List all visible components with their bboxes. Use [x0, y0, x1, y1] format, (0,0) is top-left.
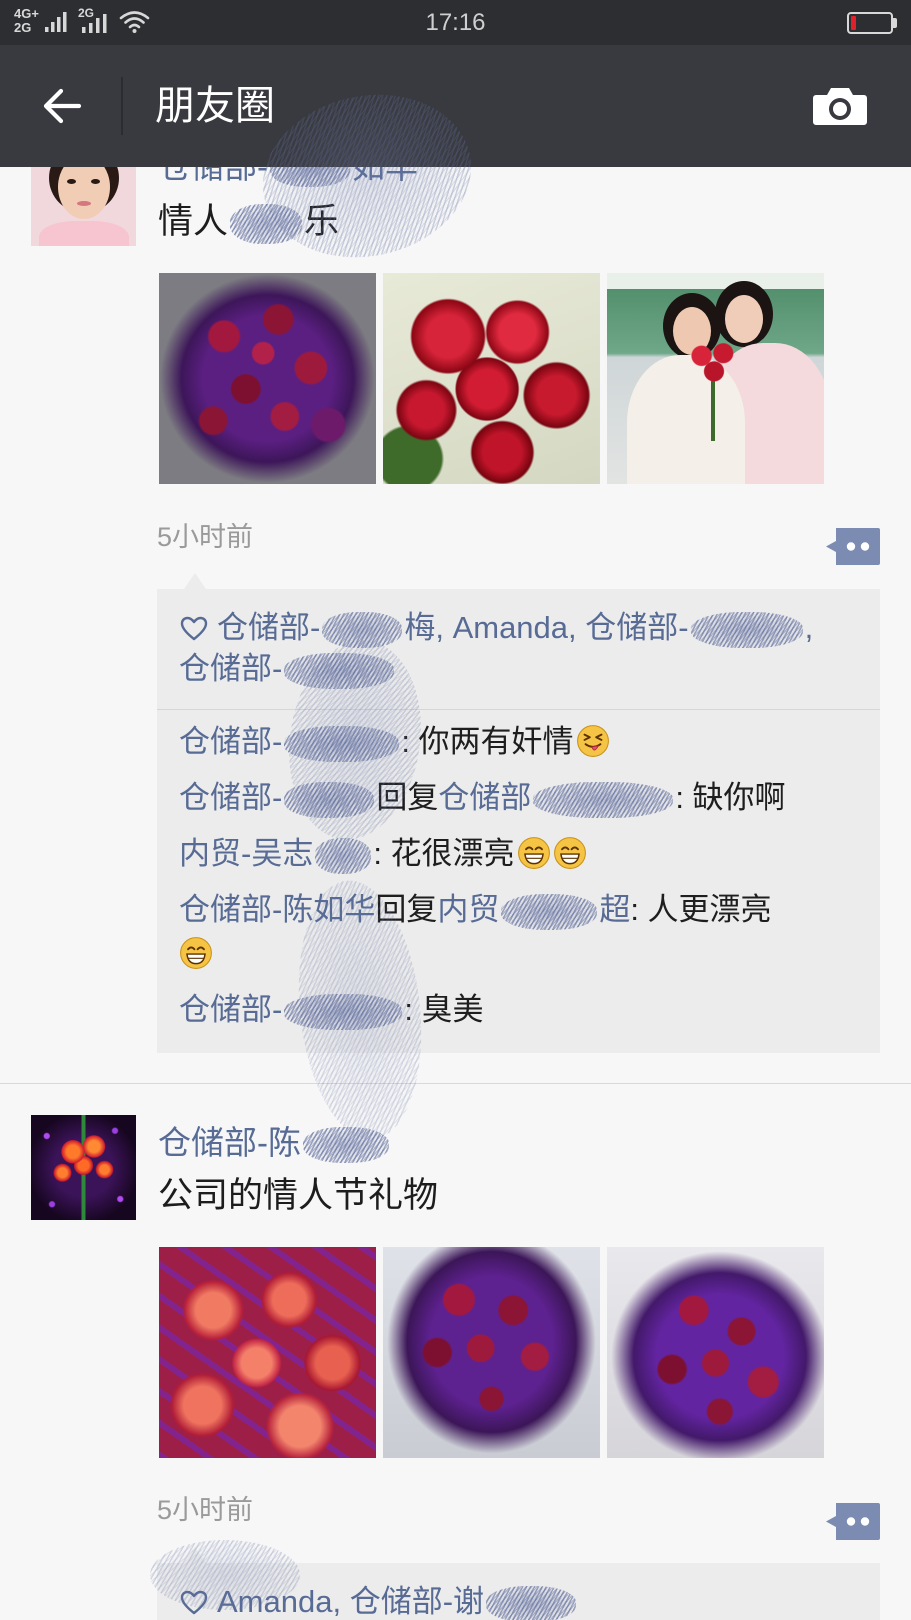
battery-level	[851, 16, 856, 30]
liker-name[interactable]: 仓储部-	[179, 651, 396, 689]
liker-name[interactable]: 仓储部-	[585, 610, 804, 648]
photo-thumbnail[interactable]	[159, 273, 376, 484]
page-title: 朋友圈	[155, 84, 275, 128]
grin-emoji	[179, 936, 213, 970]
redaction-scribble	[284, 652, 395, 689]
liker-name[interactable]: Amanda	[217, 1584, 332, 1619]
likes-list: Amanda, 仓储部-谢	[157, 1563, 880, 1620]
avatar[interactable]	[31, 1115, 136, 1220]
post-caption: 公司的情人节礼物	[158, 1176, 439, 1215]
photo-thumbnail[interactable]	[383, 1247, 600, 1458]
avatar-face	[58, 167, 110, 219]
redaction-scribble	[284, 993, 403, 1030]
reply-word: 回复	[376, 780, 439, 815]
clock: 17:16	[425, 9, 486, 36]
comment-text: : 臭美	[404, 992, 484, 1027]
post-author[interactable]: 仓储部-陈	[158, 1121, 391, 1165]
comment-text: : 人更漂亮	[630, 892, 772, 927]
redaction-scribble	[230, 203, 303, 244]
comment-author[interactable]: 仓储部-	[179, 992, 282, 1027]
redaction-scribble	[284, 781, 375, 818]
grin-emoji	[553, 836, 587, 870]
comment-box-notch	[184, 1547, 206, 1563]
comment-item[interactable]: 仓储部- 回复仓储部 : 缺你啊	[179, 770, 858, 826]
battery-icon	[847, 12, 893, 34]
post-time: 5小时前	[157, 1495, 254, 1525]
comment-item[interactable]: 仓储部- : 你两有奸情	[179, 714, 858, 770]
nav-bar: 朋友圈	[0, 45, 911, 167]
status-bar: 4G+ 2G 2G 17:16	[0, 0, 911, 45]
avatar-eye	[91, 179, 100, 184]
camera-icon[interactable]	[812, 86, 868, 126]
likes-list: 仓储部- 梅, Amanda, 仓储部-, 仓储部-	[157, 589, 880, 709]
avatar-mouth	[77, 201, 91, 206]
redaction-scribble	[303, 1127, 389, 1164]
redaction-scribble	[533, 781, 674, 818]
comment-author[interactable]: 内贸-吴志	[179, 836, 313, 871]
avatar-shoulders	[39, 221, 129, 246]
liker-name[interactable]: 仓储部-谢	[350, 1584, 578, 1620]
nav-divider	[121, 77, 123, 135]
liker-name[interactable]: Amanda	[453, 610, 568, 645]
redaction-scribble	[284, 725, 400, 762]
heart-outline-icon	[179, 1587, 209, 1617]
comment-text: : 花很漂亮	[373, 836, 515, 871]
post-caption: 情人乐	[158, 200, 339, 244]
person-face	[725, 295, 763, 343]
comment-author[interactable]: 仓储部-	[179, 780, 282, 815]
squint-tongue-emoji	[576, 724, 610, 758]
reply-word: 回复	[375, 892, 438, 927]
rose-stem	[711, 381, 715, 441]
moments-feed[interactable]: 仓储部-如华 情人乐 5小时前	[0, 167, 911, 1620]
reply-target[interactable]: 内贸超	[437, 892, 630, 930]
avatar-eye	[67, 179, 76, 184]
comment-box-notch	[184, 573, 206, 589]
redaction-scribble	[322, 611, 403, 648]
comment-text: : 缺你啊	[675, 780, 786, 815]
redaction-scribble	[486, 1585, 577, 1620]
photo-thumbnail[interactable]	[383, 273, 600, 484]
photo-thumbnail[interactable]	[607, 1247, 824, 1458]
photo-grid	[159, 1247, 824, 1458]
roses	[683, 335, 745, 387]
redaction-scribble	[501, 893, 598, 930]
redaction-scribble	[270, 167, 350, 188]
reply-target[interactable]: 仓储部	[438, 780, 531, 815]
liker-name[interactable]: 仓储部- 梅	[217, 610, 435, 648]
post-author[interactable]: 仓储部-如华	[158, 167, 418, 189]
avatar[interactable]	[31, 167, 136, 246]
comment-author[interactable]: 仓储部-	[179, 724, 282, 759]
post-time: 5小时前	[157, 522, 254, 552]
heart-outline-icon	[179, 613, 209, 643]
comment-item[interactable]: 内贸-吴志 : 花很漂亮	[179, 826, 858, 882]
redaction-scribble	[690, 611, 803, 648]
battery-nub	[893, 18, 897, 28]
comment-text: : 你两有奸情	[401, 724, 574, 759]
redaction-scribble	[315, 837, 372, 874]
comment-item[interactable]: 仓储部- : 臭美	[179, 982, 858, 1038]
comment-list: 仓储部-: 你两有奸情 仓储部- 回复仓储部: 缺你啊 内贸-吴志: 花很漂亮 仓…	[157, 710, 880, 1053]
comment-button-icon[interactable]	[826, 1503, 880, 1540]
comment-box: Amanda, 仓储部-谢	[157, 1563, 880, 1620]
grin-emoji	[517, 836, 551, 870]
back-arrow-icon[interactable]	[41, 87, 83, 125]
comment-button-icon[interactable]	[826, 528, 880, 565]
photo-ceiling	[607, 273, 824, 289]
photo-thumbnail[interactable]	[159, 1247, 376, 1458]
comment-author[interactable]: 仓储部-陈如华	[179, 892, 375, 927]
photo-thumbnail[interactable]	[607, 273, 824, 484]
post-divider	[0, 1083, 911, 1084]
comment-box: 仓储部- 梅, Amanda, 仓储部-, 仓储部- 仓储部-: 你两有奸情 仓储…	[157, 589, 880, 1053]
comment-item[interactable]: 仓储部-陈如华回复内贸 超: 人更漂亮	[179, 882, 858, 982]
photo-grid	[159, 273, 824, 484]
